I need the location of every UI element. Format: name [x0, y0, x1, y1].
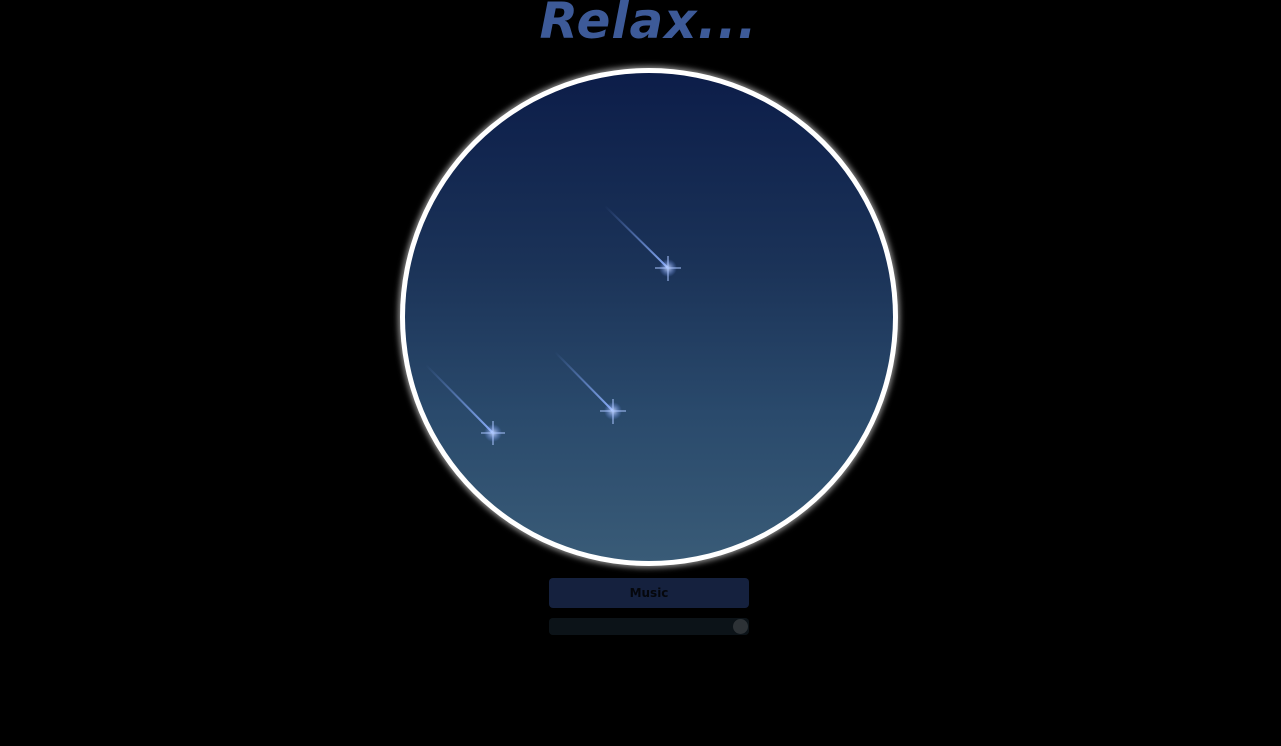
shooting-star	[554, 351, 626, 424]
night-sky-window	[405, 73, 893, 561]
music-toggle-button[interactable]: Music	[549, 578, 749, 608]
page-title: Relax...	[539, 0, 758, 50]
shooting-stars-layer	[425, 205, 681, 445]
relax-page: Relax... Music	[0, 0, 1281, 746]
volume-slider-fill	[549, 618, 749, 635]
shooting-star	[425, 364, 505, 445]
volume-slider[interactable]	[549, 618, 749, 635]
shooting-star	[604, 205, 681, 281]
volume-slider-thumb[interactable]	[733, 619, 748, 634]
